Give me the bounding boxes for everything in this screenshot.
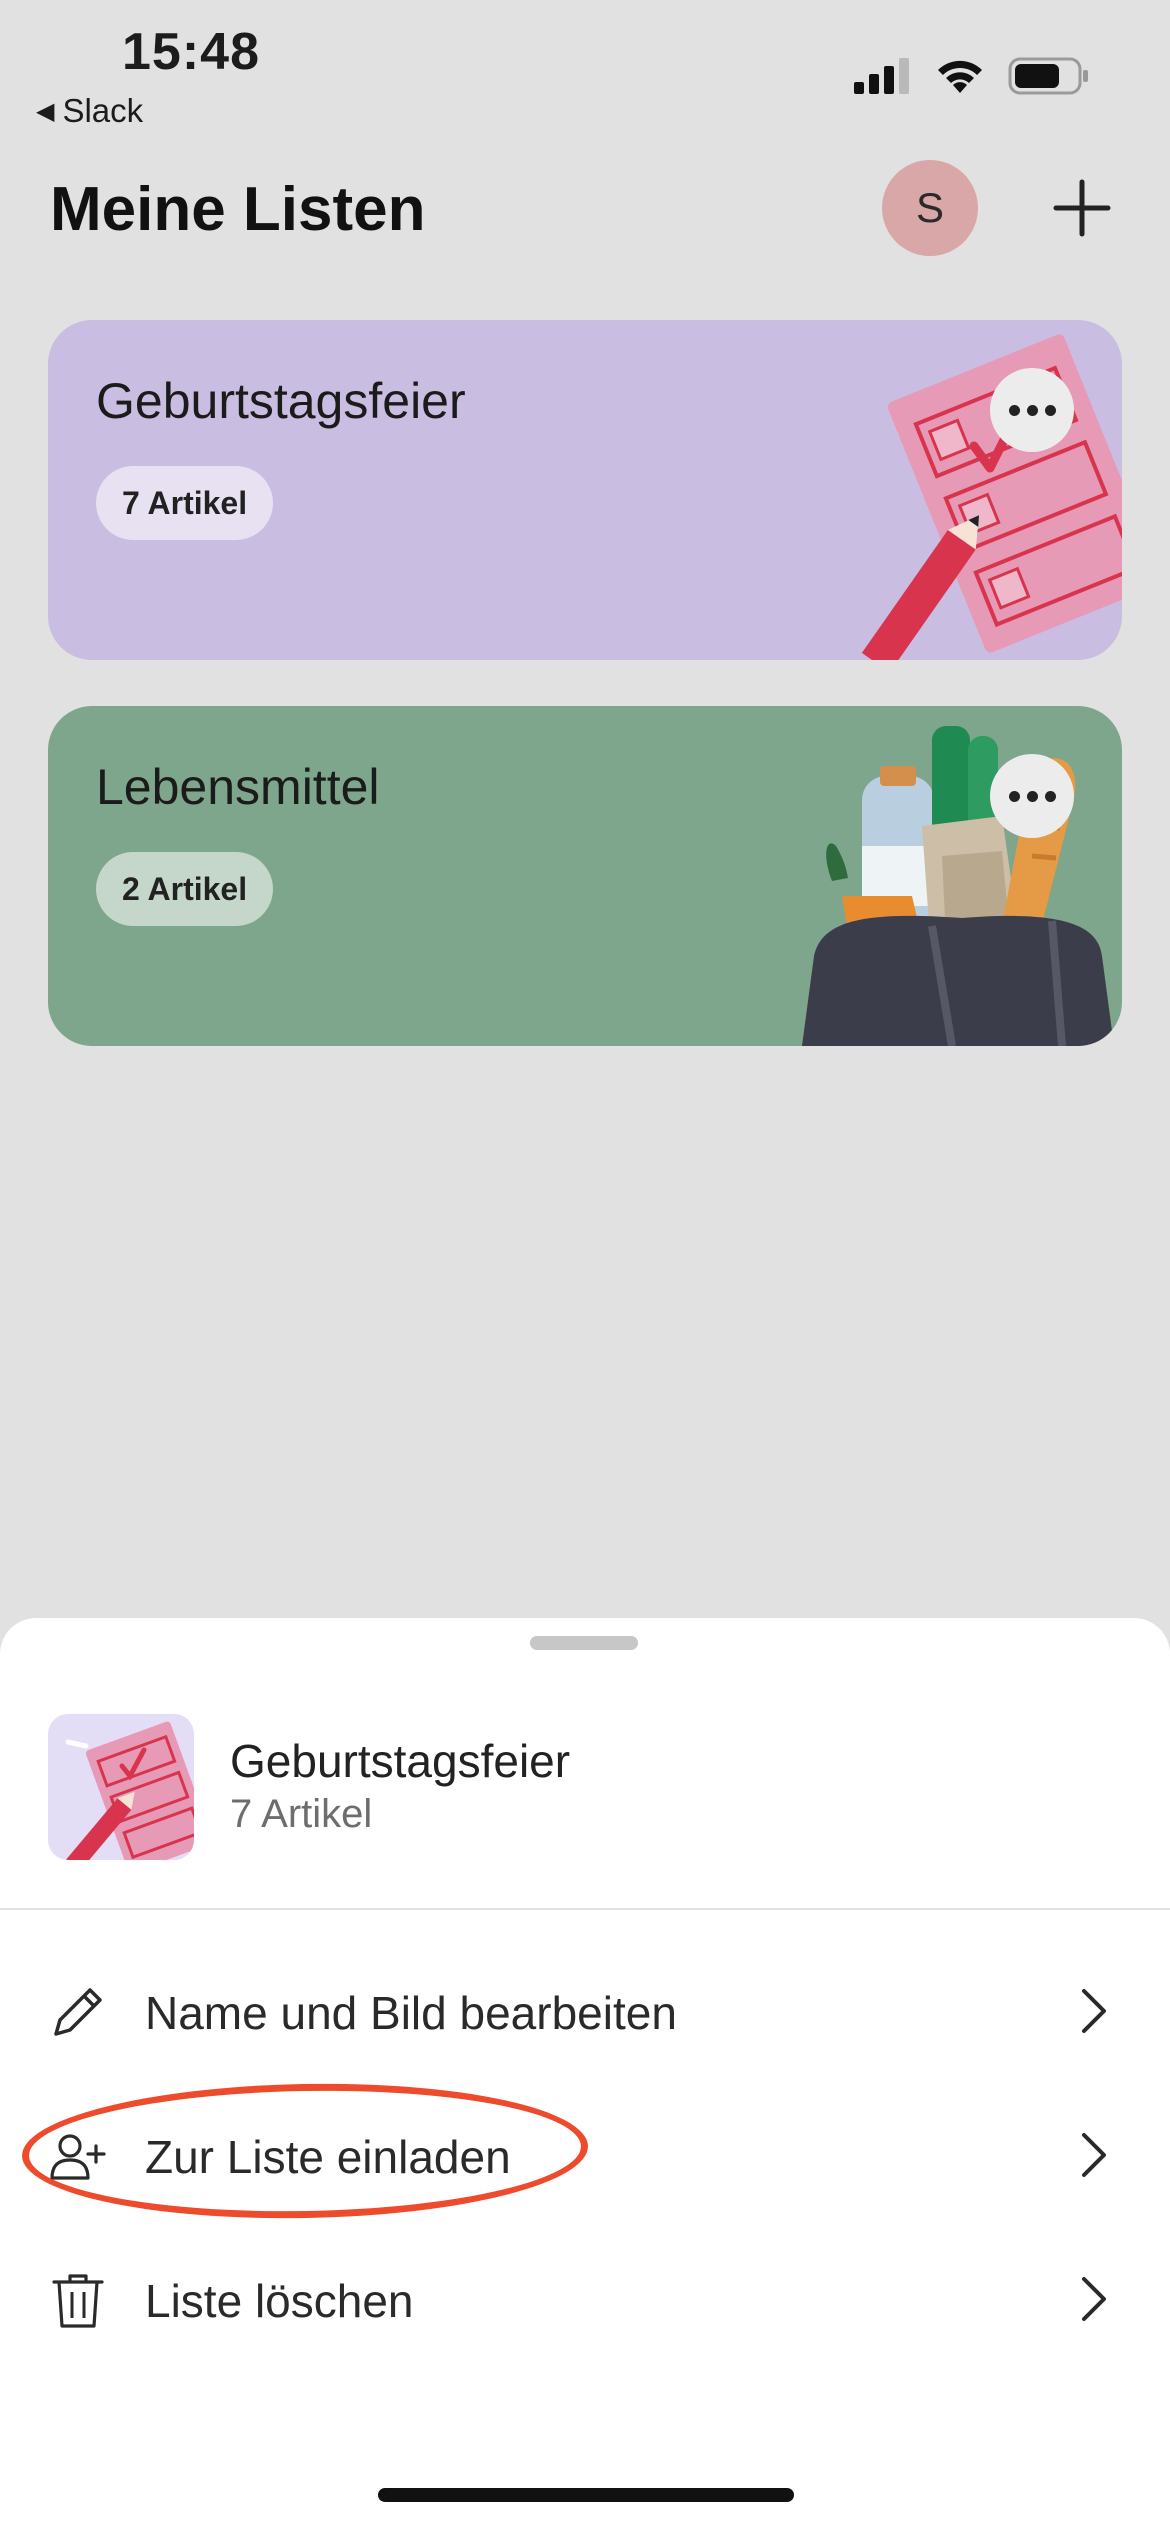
more-options-icon[interactable] xyxy=(990,368,1074,452)
edit-name-image-menu-item[interactable]: Name und Bild bearbeiten xyxy=(0,1950,1170,2070)
chevron-right-icon xyxy=(1082,2277,1106,2321)
status-time: 15:48 xyxy=(122,23,260,81)
plus-icon[interactable] xyxy=(1052,178,1112,238)
list-card-geburtstagsfeier[interactable]: Geburtstagsfeier 7 Artikel xyxy=(48,320,1122,660)
more-options-icon[interactable] xyxy=(990,754,1074,838)
list-thumbnail xyxy=(48,1714,194,1860)
sheet-header: Geburtstagsfeier 7 Artikel xyxy=(48,1714,1122,1860)
battery-icon xyxy=(1008,57,1088,95)
item-count-badge: 7 Artikel xyxy=(96,466,274,540)
list-card-title: Geburtstagsfeier xyxy=(96,373,466,429)
delete-list-menu-item[interactable]: Liste löschen xyxy=(0,2238,1170,2358)
back-to-app-link[interactable]: ◀ Slack xyxy=(36,92,143,130)
sheet-subtitle: 7 Artikel xyxy=(230,1792,373,1836)
back-triangle-icon: ◀ xyxy=(36,97,55,125)
chevron-right-icon xyxy=(1082,1989,1106,2033)
avatar[interactable]: S xyxy=(882,160,978,256)
checklist-thumbnail-icon xyxy=(65,1721,194,1860)
wifi-icon xyxy=(938,60,982,93)
grocery-bag-illustration xyxy=(802,726,1114,1046)
status-bar: 15:48 ◀ Slack xyxy=(0,0,1170,140)
menu-item-label: Liste löschen xyxy=(145,2275,414,2327)
bottom-sheet: Geburtstagsfeier 7 Artikel Name und Bild… xyxy=(0,1618,1170,2532)
divider xyxy=(0,1908,1170,1910)
trash-icon xyxy=(52,2274,104,2328)
sheet-grabber[interactable] xyxy=(530,1636,638,1650)
checklist-illustration xyxy=(861,334,1122,660)
chevron-right-icon xyxy=(1082,2133,1106,2177)
item-count-badge: 2 Artikel xyxy=(96,852,274,926)
status-icons xyxy=(854,56,1090,96)
header: Meine Listen S xyxy=(0,160,1170,260)
list-card-title: Lebensmittel xyxy=(96,759,380,815)
back-app-label: Slack xyxy=(62,92,144,129)
list-card-lebensmittel[interactable]: Lebensmittel 2 Artikel xyxy=(48,706,1122,1046)
cellular-signal-icon xyxy=(854,58,909,94)
home-indicator[interactable] xyxy=(378,2488,794,2502)
page-title: Meine Listen xyxy=(50,175,426,244)
menu-item-label: Name und Bild bearbeiten xyxy=(145,1987,677,2039)
sheet-title: Geburtstagsfeier xyxy=(230,1735,571,1787)
pencil-icon xyxy=(54,1988,102,2036)
